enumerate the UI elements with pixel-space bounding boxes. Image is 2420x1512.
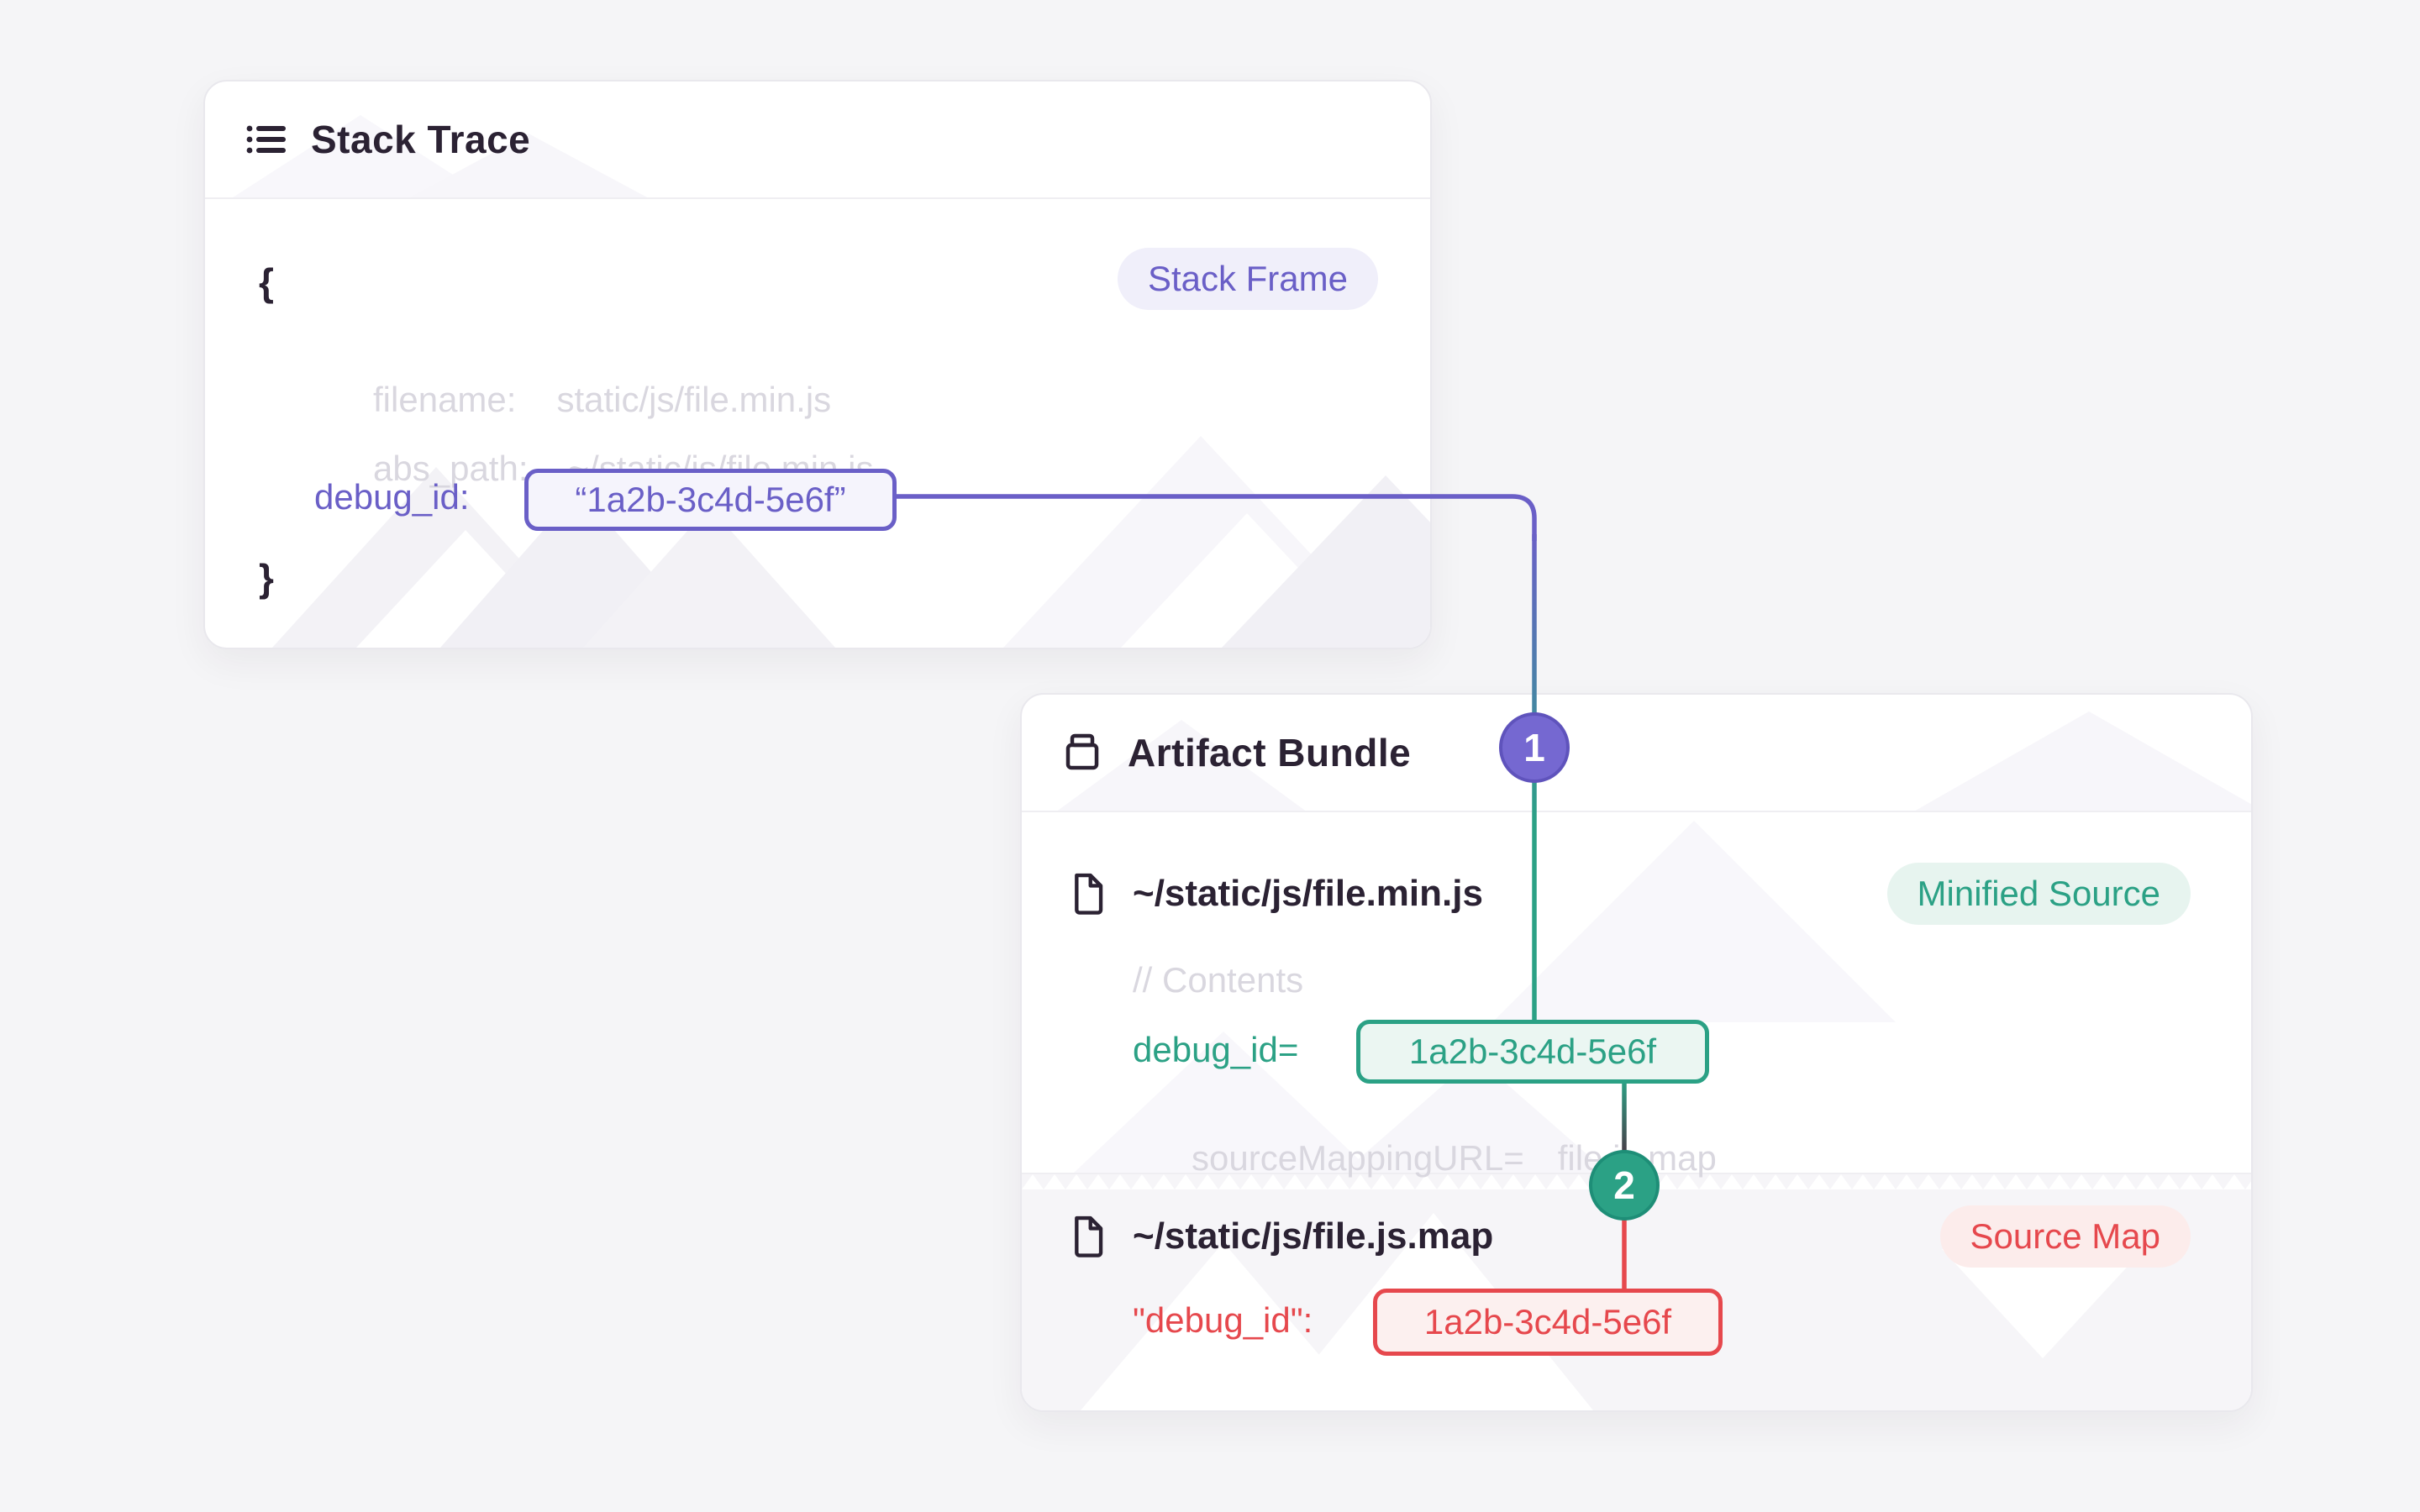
file-icon — [1069, 1215, 1107, 1258]
sourcemap-debug-id-value-box: 1a2b-3c4d-5e6f — [1373, 1289, 1723, 1356]
source-mapping-url-label: sourceMappingURL= — [1192, 1138, 1524, 1178]
stack-list-icon — [244, 118, 287, 161]
minified-file-row: ~/static/js/file.min.js — [1069, 867, 1483, 921]
stack-trace-title: Stack Trace — [311, 117, 530, 162]
step-2-marker: 2 — [1589, 1150, 1660, 1221]
stack-debug-id-value-box: “1a2b-3c4d-5e6f” — [524, 469, 897, 531]
diagram-canvas: Stack Trace { Stack Frame filename:stati… — [0, 0, 2420, 1512]
minified-file-name: ~/static/js/file.min.js — [1133, 873, 1483, 915]
step-1-marker: 1 — [1499, 712, 1570, 783]
sourcemap-file-row: ~/static/js/file.js.map — [1069, 1210, 1493, 1263]
source-map-badge: Source Map — [1940, 1205, 2191, 1268]
json-close-brace: } — [259, 555, 274, 601]
stack-trace-header: Stack Trace — [205, 81, 1430, 199]
sourcemap-debug-id-label: "debug_id": — [1133, 1300, 1313, 1341]
stack-field-debug-id-label: debug_id: — [314, 477, 470, 517]
bundle-debug-id-value-box: 1a2b-3c4d-5e6f — [1356, 1020, 1709, 1084]
file-icon — [1069, 872, 1107, 916]
stack-frame-badge: Stack Frame — [1118, 248, 1378, 310]
json-open-brace: { — [259, 260, 274, 305]
archive-box-icon — [1060, 731, 1104, 774]
stack-trace-card: Stack Trace { Stack Frame filename:stati… — [203, 80, 1432, 649]
minified-source-badge: Minified Source — [1887, 863, 2191, 925]
artifact-bundle-card: Artifact Bundle ~/static/js/file.min.js … — [1020, 693, 2253, 1412]
artifact-bundle-header: Artifact Bundle — [1022, 695, 2251, 812]
sourcemap-file-name: ~/static/js/file.js.map — [1133, 1215, 1493, 1257]
artifact-bundle-title: Artifact Bundle — [1128, 730, 1411, 775]
bundle-debug-id-label: debug_id= — [1133, 1030, 1298, 1070]
contents-comment: // Contents — [1133, 960, 1303, 1000]
